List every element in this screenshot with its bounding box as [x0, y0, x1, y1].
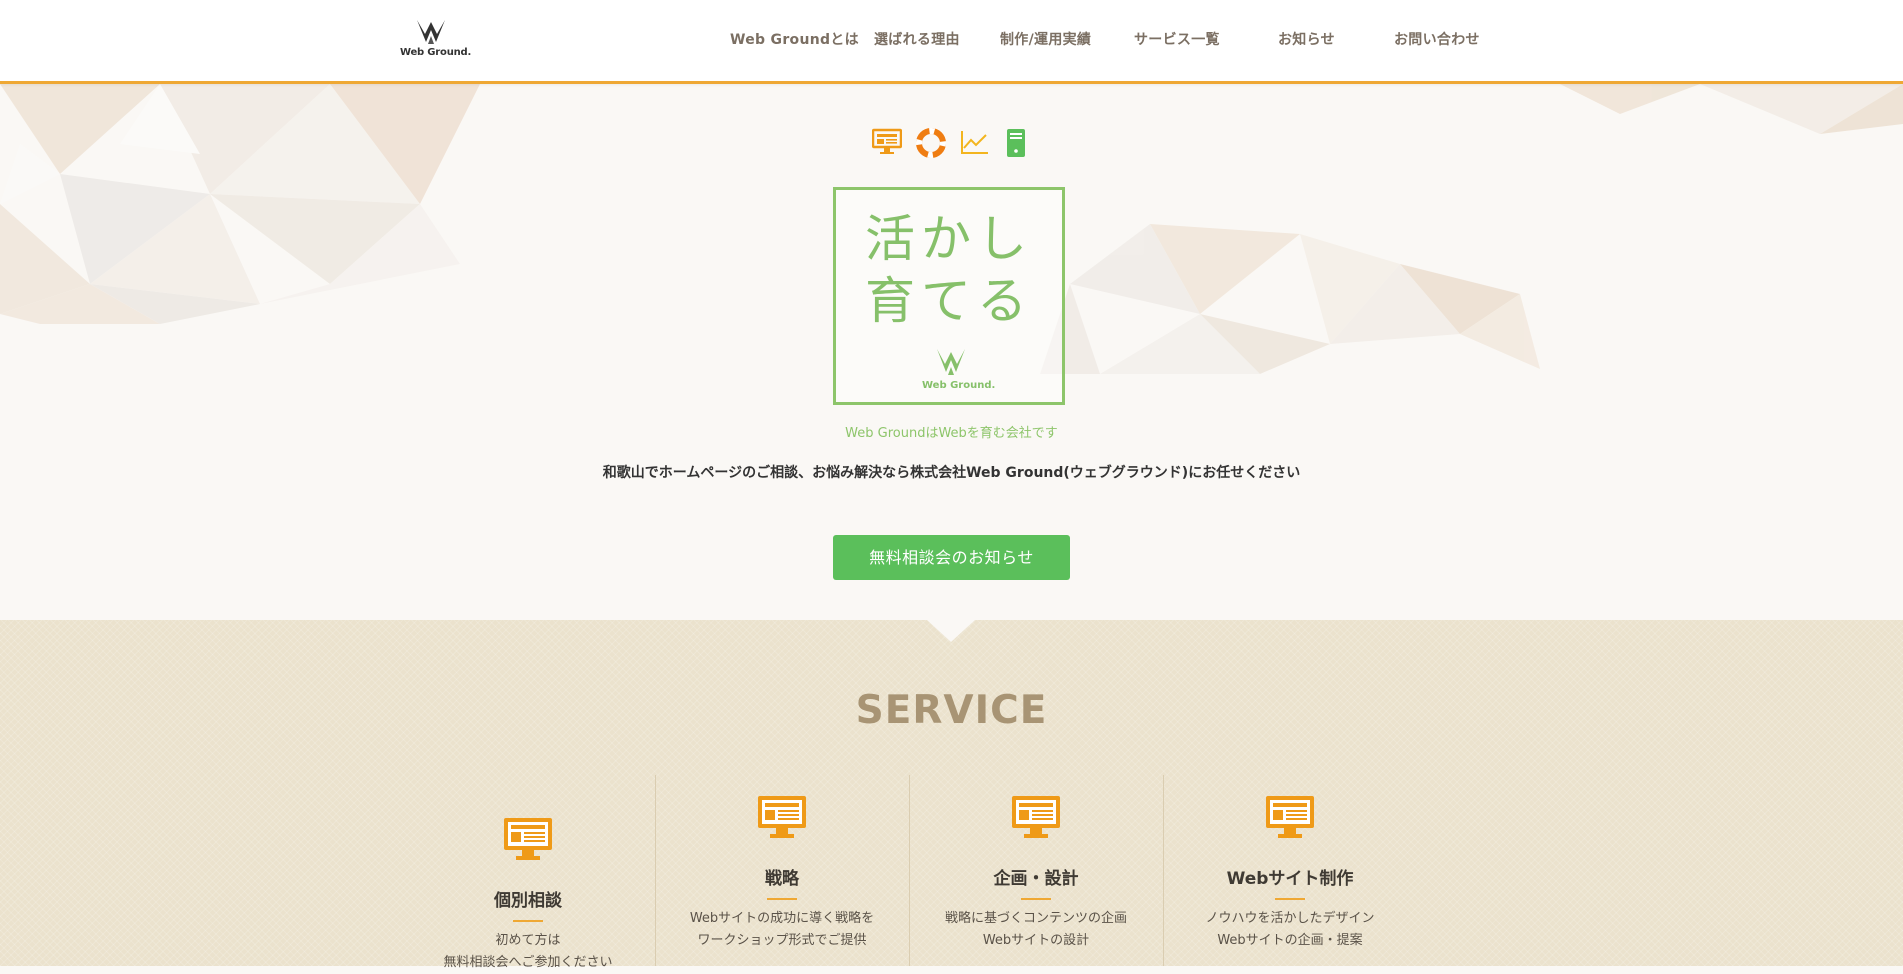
service-item-line: ワークショップ形式でご提供: [697, 933, 867, 948]
service-item-consultation[interactable]: 個別相談 初めて方は 無料相談会へご参加ください: [401, 775, 655, 970]
nav-item-contact[interactable]: お問い合わせ: [1394, 29, 1480, 49]
nav-item-works[interactable]: 制作/運用実績: [1000, 29, 1091, 49]
service-item-line: Webサイトの企画・提案: [1217, 933, 1363, 948]
service-item-rule: [513, 920, 543, 922]
service-item-title: 戦略: [765, 869, 799, 889]
service-item-title: Webサイト制作: [1226, 869, 1354, 889]
service-item-planning[interactable]: 企画・設計 戦略に基づくコンテンツの企画 Webサイトの設計: [909, 775, 1163, 966]
nav-item-news[interactable]: お知らせ: [1278, 29, 1335, 49]
service-item-line: Webサイトの成功に導く戦略を: [689, 911, 875, 926]
nav-item-reasons[interactable]: 選ばれる理由: [874, 29, 960, 49]
service-item-line: ノウハウを活かしたデザイン: [1205, 911, 1375, 926]
service-item-line: 戦略に基づくコンテンツの企画: [944, 911, 1127, 926]
service-title: SERVICE: [855, 688, 1048, 733]
monitor-icon: [1011, 795, 1061, 839]
nav-item-services[interactable]: サービス一覧: [1134, 29, 1220, 49]
section-notch: [927, 620, 975, 642]
service-item-line: 初めて方は: [495, 933, 561, 948]
monitor-icon: [871, 128, 903, 160]
tagline-box: 活かし 育てる Web Ground.: [833, 187, 1065, 405]
monitor-icon: [757, 795, 807, 839]
service-item-web-production[interactable]: Webサイト制作 ノウハウを活かしたデザイン Webサイトの企画・提案: [1163, 775, 1417, 966]
service-item-rule: [767, 898, 797, 900]
tagline-line-2: 育てる: [865, 272, 1033, 330]
monitor-icon: [503, 817, 553, 861]
lifebuoy-icon: [916, 128, 946, 162]
hero-section: 活かし 育てる Web Ground. Web GroundはWebを育む会社で…: [0, 84, 1903, 620]
nav-item-about[interactable]: Web Groundとは: [730, 29, 859, 49]
hero-icon-row: [871, 128, 1032, 162]
service-section: SERVICE 個別相談 初めて方は 無料相談会へご参加ください 戦略 Webサ…: [0, 620, 1903, 970]
service-item-strategy[interactable]: 戦略 Webサイトの成功に導く戦略を ワークショップ形式でご提供: [655, 775, 909, 966]
hero-description: 和歌山でホームページのご相談、お悩み解決なら株式会社Web Ground(ウェブ…: [602, 465, 1301, 481]
tagline-logo: Web Ground.: [922, 348, 996, 391]
tagline-line-1: 活かし: [865, 210, 1033, 268]
crane-logo-icon: [937, 349, 965, 375]
service-item-title: 個別相談: [494, 891, 562, 911]
service-item-line: Webサイトの設計: [982, 933, 1090, 948]
free-consultation-button[interactable]: 無料相談会のお知らせ: [833, 535, 1070, 580]
site-header: Web Ground. Web Groundとは 選ばれる理由 制作/運用実績 …: [0, 0, 1903, 84]
hero-subtitle: Web GroundはWebを育む会社です: [845, 426, 1058, 441]
server-icon: [1006, 128, 1026, 162]
service-item-rule: [1021, 898, 1051, 900]
service-item-rule: [1275, 898, 1305, 900]
service-item-line: 無料相談会へご参加ください: [443, 955, 613, 970]
chart-line-icon: [960, 128, 990, 160]
main-nav: Web Groundとは 選ばれる理由 制作/運用実績 サービス一覧 お知らせ …: [0, 29, 1903, 51]
tagline-logo-text: Web Ground.: [922, 380, 996, 391]
service-item-title: 企画・設計: [993, 869, 1079, 889]
monitor-icon: [1265, 795, 1315, 839]
